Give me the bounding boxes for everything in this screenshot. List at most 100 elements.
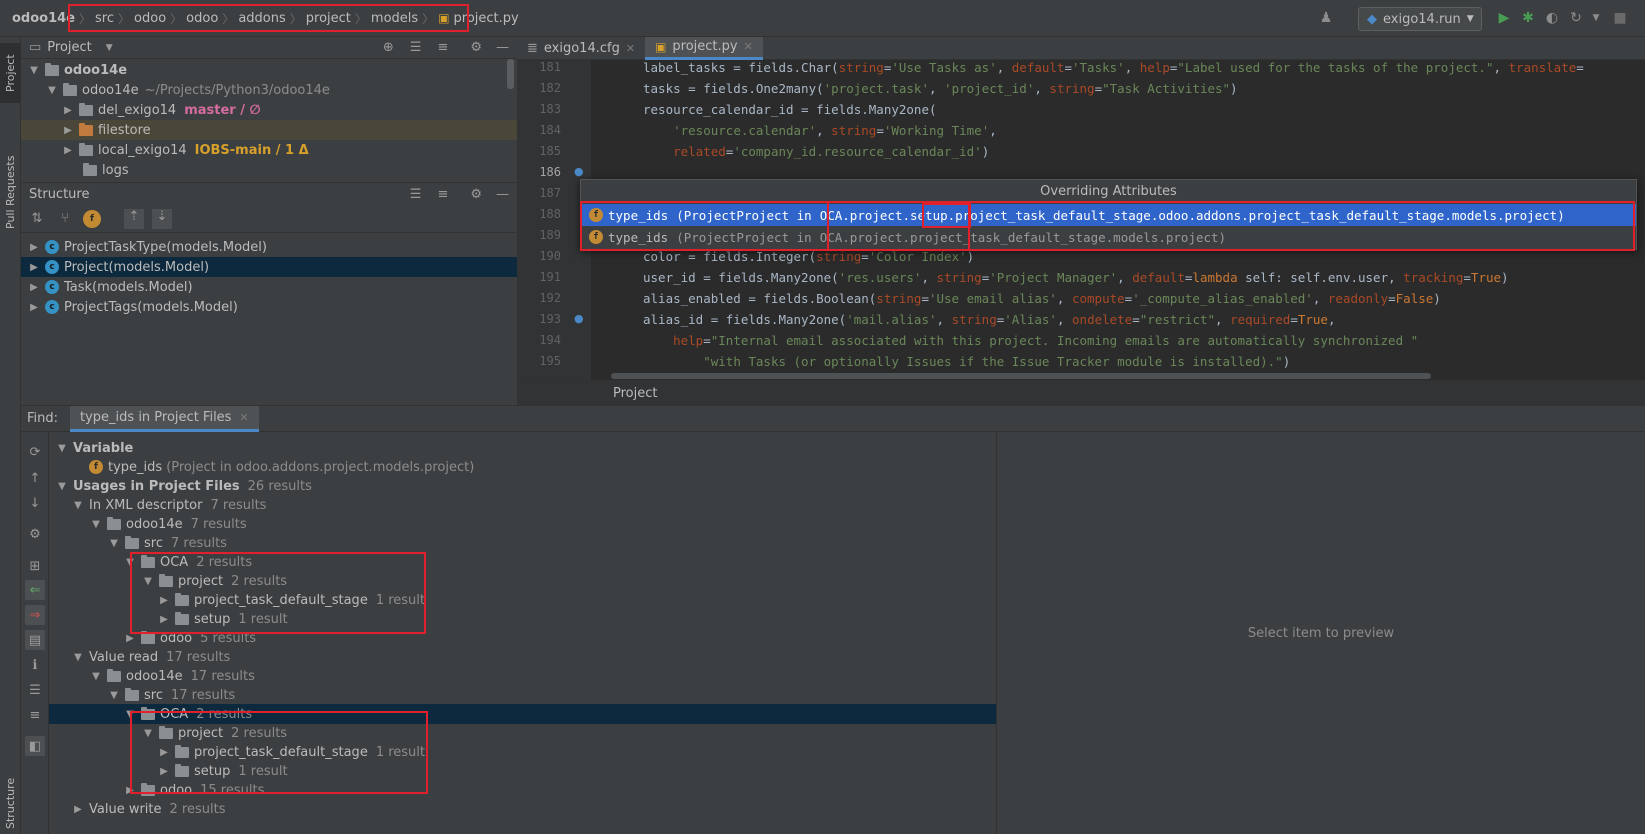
- structure-item[interactable]: ▶ c ProjectTags(models.Model): [21, 297, 517, 317]
- user-icon[interactable]: ♟: [1316, 8, 1336, 28]
- navigate-from-source-icon[interactable]: ⇡: [124, 208, 144, 229]
- chevron-down-icon[interactable]: ▼: [123, 557, 137, 568]
- breadcrumb-item[interactable]: src: [91, 11, 118, 26]
- breadcrumb-item[interactable]: project: [302, 11, 355, 26]
- tree-item-root[interactable]: ▼ odoo14e: [21, 60, 517, 80]
- chevron-down-icon[interactable]: ▼: [123, 709, 137, 720]
- result-folder-setup[interactable]: ▶ setup 1 result: [49, 609, 996, 629]
- run-icon[interactable]: ▶: [1494, 8, 1514, 28]
- chevron-down-icon[interactable]: ▼: [71, 652, 85, 663]
- tab-project-py[interactable]: ▣ project.py ✕: [645, 36, 763, 60]
- chevron-down-icon[interactable]: ▼: [106, 43, 113, 53]
- overridden-marker-icon[interactable]: ●: [574, 165, 584, 178]
- chevron-down-icon[interactable]: ▼: [141, 728, 155, 739]
- result-folder-project-task-default-stage[interactable]: ▶ project_task_default_stage 1 result: [49, 590, 996, 610]
- tab-find-results[interactable]: type_ids in Project Files ✕: [70, 405, 259, 432]
- breadcrumb-item-file[interactable]: project.py: [450, 11, 523, 26]
- result-folder-src[interactable]: ▼ src 7 results: [49, 533, 996, 553]
- stop-icon[interactable]: ■: [1610, 8, 1630, 28]
- tab-project[interactable]: Project: [0, 43, 21, 103]
- result-variable-item[interactable]: f type_ids (Project in odoo.addons.proje…: [49, 457, 996, 477]
- chevron-right-icon[interactable]: ▶: [71, 804, 85, 815]
- scrollbar[interactable]: [507, 59, 514, 89]
- chevron-right-icon[interactable]: ▶: [27, 282, 41, 293]
- breadcrumb-item[interactable]: odoo: [182, 11, 222, 26]
- profile-icon[interactable]: ↻: [1566, 8, 1586, 28]
- collapse-all-icon[interactable]: ≡: [437, 187, 448, 202]
- arrow-up-icon[interactable]: ↑: [25, 468, 45, 488]
- close-icon[interactable]: ✕: [626, 42, 635, 55]
- expand-all-icon[interactable]: ☰: [25, 680, 45, 700]
- result-folder-setup[interactable]: ▶ setup 1 result: [49, 761, 996, 781]
- show-fields-icon[interactable]: f: [83, 209, 101, 228]
- popup-item[interactable]: f type_ids (ProjectProject in OCA.projec…: [581, 226, 1636, 248]
- tab-pull-requests[interactable]: Pull Requests: [0, 137, 21, 247]
- show-read-access-icon[interactable]: ⇐: [25, 580, 45, 600]
- result-module-odoo14e[interactable]: ▼ odoo14e 7 results: [49, 514, 996, 534]
- show-write-access-icon[interactable]: ⇒: [25, 605, 45, 625]
- group-by-directory-icon[interactable]: ▤: [25, 630, 45, 650]
- close-icon[interactable]: ✕: [239, 411, 248, 424]
- expand-all-icon[interactable]: ☰: [410, 40, 422, 55]
- debug-icon[interactable]: ✱: [1518, 8, 1538, 28]
- locate-icon[interactable]: ⊕: [383, 40, 394, 55]
- filter-icon[interactable]: ⑂: [55, 211, 75, 226]
- tree-item-project-root[interactable]: ▼ odoo14e ~/Projects/Python3/odoo14e: [21, 80, 517, 100]
- result-group-usages[interactable]: ▼ Usages in Project Files 26 results: [49, 476, 996, 496]
- arrow-down-icon[interactable]: ↓: [25, 493, 45, 513]
- chevron-down-icon[interactable]: ▼: [71, 500, 85, 511]
- tree-item-del-exigo14[interactable]: ▶ del_exigo14 master / ∅: [21, 100, 517, 120]
- chevron-down-icon[interactable]: ▼: [45, 85, 59, 96]
- chevron-down-icon[interactable]: ▼: [89, 671, 103, 682]
- result-group-value-write[interactable]: ▶ Value write 2 results: [49, 799, 996, 819]
- result-folder-odoo[interactable]: ▶ odoo 5 results: [49, 628, 996, 648]
- chevron-right-icon[interactable]: ▶: [123, 633, 137, 644]
- chevron-right-icon[interactable]: ▶: [157, 747, 171, 758]
- result-group-xml[interactable]: ▼ In XML descriptor 7 results: [49, 495, 996, 515]
- chevron-right-icon[interactable]: ▶: [27, 262, 41, 273]
- gear-icon[interactable]: ⚙: [470, 187, 482, 202]
- popup-item-selected[interactable]: f type_ids (ProjectProject in OCA.projec…: [581, 204, 1636, 226]
- collapse-all-icon[interactable]: ≡: [25, 705, 45, 725]
- breadcrumb-item-root[interactable]: odoo14e: [8, 11, 79, 26]
- chevron-right-icon[interactable]: ▶: [27, 302, 41, 313]
- coverage-icon[interactable]: ◐: [1542, 8, 1562, 28]
- result-folder-project[interactable]: ▼ project 2 results: [49, 571, 996, 591]
- navigate-to-source-icon[interactable]: ⇣: [152, 208, 172, 229]
- rerun-icon[interactable]: ⟳: [25, 442, 45, 462]
- info-icon[interactable]: ℹ: [25, 655, 45, 675]
- editor-breadcrumb-item[interactable]: Project: [613, 386, 657, 401]
- result-folder-oca[interactable]: ▼ OCA 2 results: [49, 552, 996, 572]
- chevron-down-icon[interactable]: ▼: [107, 690, 121, 701]
- more-run-options-icon[interactable]: ▼: [1586, 8, 1606, 28]
- result-folder-project[interactable]: ▼ project 2 results: [49, 723, 996, 743]
- result-module-odoo14e[interactable]: ▼ odoo14e 17 results: [49, 666, 996, 686]
- chevron-down-icon[interactable]: ▼: [107, 538, 121, 549]
- project-panel-title[interactable]: Project: [47, 40, 91, 55]
- chevron-right-icon[interactable]: ▶: [61, 105, 75, 116]
- tree-item-filestore[interactable]: ▶ filestore: [21, 120, 517, 140]
- chevron-down-icon[interactable]: ▼: [55, 443, 69, 454]
- tab-exigo14-cfg[interactable]: ≣ exigo14.cfg ✕: [517, 37, 645, 60]
- chevron-right-icon[interactable]: ▶: [27, 242, 41, 253]
- structure-item[interactable]: ▶ c Task(models.Model): [21, 277, 517, 297]
- tree-item-local-exigo14[interactable]: ▶ local_exigo14 IOBS-main / 1 Δ: [21, 140, 517, 160]
- chevron-right-icon[interactable]: ▶: [123, 785, 137, 796]
- group-by-icon[interactable]: ⊞: [25, 556, 45, 576]
- expand-all-icon[interactable]: ☰: [410, 187, 422, 202]
- result-folder-project-task-default-stage[interactable]: ▶ project_task_default_stage 1 result: [49, 742, 996, 762]
- result-group-value-read[interactable]: ▼ Value read 17 results: [49, 647, 996, 667]
- tab-structure[interactable]: Structure: [0, 772, 21, 834]
- sort-alphabetically-icon[interactable]: ⇅: [27, 211, 47, 226]
- gear-icon[interactable]: ⚙: [470, 40, 482, 55]
- chevron-down-icon[interactable]: ▼: [27, 65, 41, 76]
- run-configuration-select[interactable]: ◆ exigo14.run ▼: [1358, 7, 1482, 31]
- collapse-all-icon[interactable]: ≡: [437, 40, 448, 55]
- tree-item-logs[interactable]: logs: [21, 160, 517, 180]
- preview-icon[interactable]: ◧: [25, 736, 45, 756]
- chevron-right-icon[interactable]: ▶: [61, 125, 75, 136]
- hide-icon[interactable]: —: [496, 40, 509, 55]
- chevron-down-icon[interactable]: ▼: [141, 576, 155, 587]
- horizontal-scrollbar[interactable]: [611, 373, 1431, 379]
- structure-item-selected[interactable]: ▶ c Project(models.Model): [21, 257, 517, 277]
